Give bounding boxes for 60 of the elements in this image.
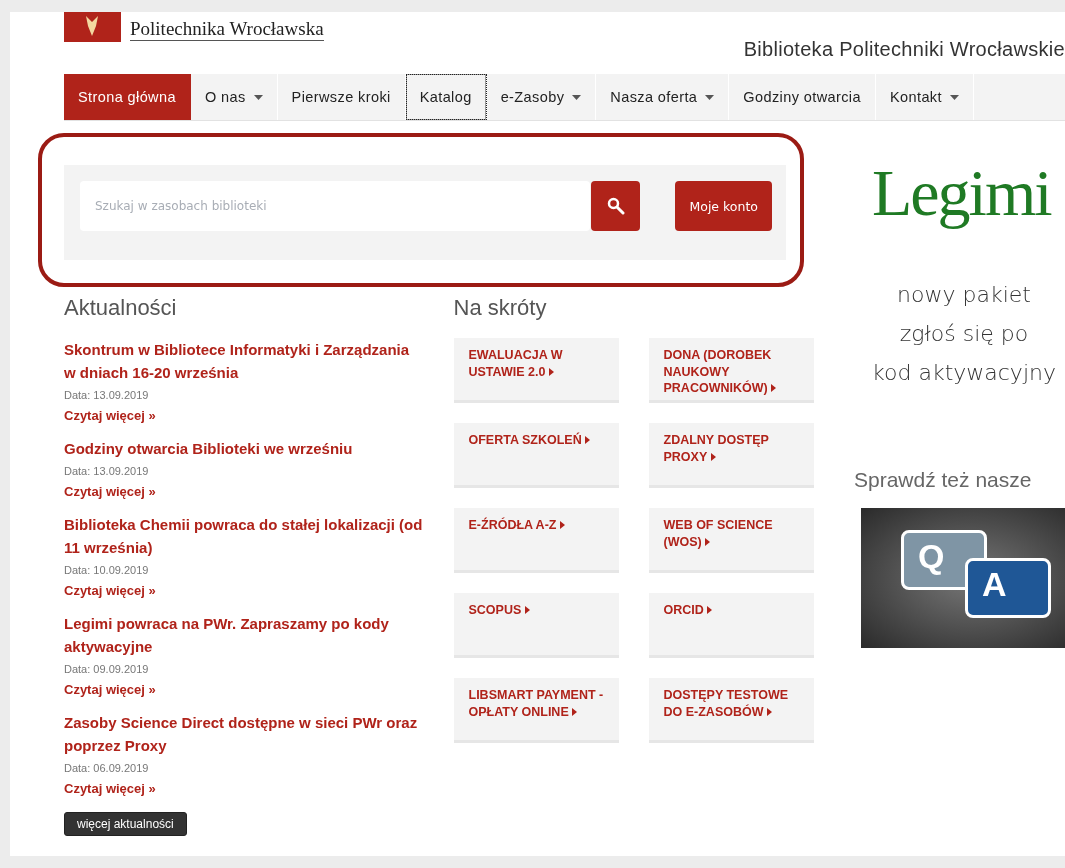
news-title-link[interactable]: Zasoby Science Direct dostępne w sieci PWr oraz poprzez Proxy <box>64 711 425 757</box>
nav-tab[interactable]: e-Zasoby <box>486 74 597 120</box>
nav-tab[interactable]: Pierwsze kroki <box>277 74 406 120</box>
news-title-link[interactable]: Legimi powraca na PWr. Zapraszamy po kody aktywacyjne <box>64 612 425 658</box>
shortcut-tile[interactable]: ZDALNY DOSTĘP PROXY <box>648 423 814 488</box>
triangle-icon <box>767 707 772 716</box>
shortcut-tile[interactable]: ORCID <box>648 593 814 658</box>
shortcut-tile[interactable]: SCOPUS <box>453 593 619 658</box>
shortcut-tile[interactable]: WEB OF SCIENCE (WOS) <box>648 508 814 573</box>
nav-tab[interactable]: Nasza oferta <box>596 74 730 120</box>
logo-text: Politechnika Wrocławska <box>130 12 324 41</box>
news-date: Data: 13.09.2019 <box>64 465 150 477</box>
shortcut-tile[interactable]: DONA (DOROBEK NAUKOWY PRACOWNIKÓW) <box>648 338 814 403</box>
legimi-logo[interactable]: Legimi <box>872 155 1065 231</box>
read-more-link[interactable]: Czytaj więcej » <box>64 484 156 499</box>
triangle-icon <box>710 452 716 461</box>
triangle-icon <box>705 537 711 546</box>
promo-text: zgłoś się po <box>899 320 1029 348</box>
promo-text: kod aktywacyjny <box>872 359 1056 387</box>
news-date: Data: 06.09.2019 <box>64 762 150 774</box>
news-title-link[interactable]: Skontrum w Bibliotece Informatyki i Zarządzania w dniach 16-20 września <box>64 338 425 384</box>
qa-banner[interactable]: Q A <box>861 508 1065 648</box>
triangle-icon <box>585 436 591 444</box>
section-heading: Aktualności <box>64 295 178 321</box>
news-date: Data: 09.09.2019 <box>64 663 150 675</box>
nav-tab[interactable]: Godziny otwarcia <box>729 74 876 120</box>
search-field[interactable]: Szukaj w zasobach biblioteki <box>80 181 591 231</box>
read-more-link[interactable]: Czytaj więcej » <box>64 781 156 796</box>
nav-tab[interactable]: Katalog <box>405 74 487 120</box>
section-heading: Sprawdź też nasze <box>854 468 1033 492</box>
triangle-icon <box>524 606 530 614</box>
read-more-link[interactable]: Czytaj więcej » <box>64 682 156 697</box>
nav-tab[interactable]: Strona główna <box>64 74 191 120</box>
triangle-icon <box>771 384 777 392</box>
triangle-icon <box>707 606 713 614</box>
nav-tab[interactable]: O nas <box>190 74 278 120</box>
account-button[interactable]: Moje konto <box>675 181 772 231</box>
read-more-link[interactable]: Czytaj więcej » <box>64 583 156 598</box>
news-title-link[interactable]: Godziny otwarcia Biblioteki we wrześniu <box>64 437 425 460</box>
shortcut-tile[interactable]: OFERTA SZKOLEŃ <box>453 423 619 488</box>
search-button[interactable] <box>591 181 641 231</box>
site-title: Biblioteka Politechniki Wrocławskie <box>743 38 1065 61</box>
shortcut-tile[interactable]: E-ŹRÓDŁA A-Z <box>453 508 619 573</box>
news-title-link[interactable]: Biblioteka Chemii powraca do stałej lokalizacji (od 11 września) <box>64 513 425 559</box>
shortcut-tile[interactable]: LIBSMART PAYMENT - OPŁATY ONLINE <box>453 678 619 743</box>
triangle-icon <box>548 367 554 376</box>
news-date: Data: 10.09.2019 <box>64 564 150 576</box>
triangle-icon <box>559 521 565 529</box>
search-icon <box>606 197 625 215</box>
shortcut-tile[interactable]: DOSTĘPY TESTOWE DO E-ZASOBÓW <box>648 678 814 743</box>
more-news-button[interactable]: więcej aktualności <box>64 812 187 836</box>
read-more-link[interactable]: Czytaj więcej » <box>64 408 156 423</box>
crest-logo <box>64 12 121 42</box>
promo-text: nowy pakiet <box>897 281 1031 309</box>
nav-tab[interactable]: Kontakt <box>875 74 974 120</box>
news-date: Data: 13.09.2019 <box>64 389 150 401</box>
triangle-icon <box>572 707 578 716</box>
shortcut-tile[interactable]: EWALUACJA W USTAWIE 2.0 <box>453 338 619 403</box>
section-heading: Na skróty <box>453 295 548 321</box>
speech-bubble: A <box>965 558 1051 618</box>
